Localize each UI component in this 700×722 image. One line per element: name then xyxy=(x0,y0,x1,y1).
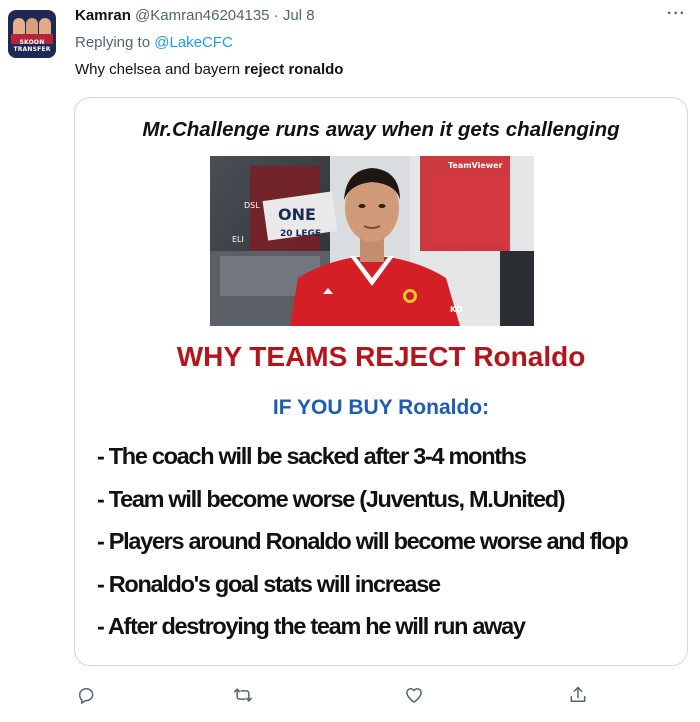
reply-mention-link[interactable]: @LakeCFC xyxy=(154,34,233,51)
meme-point: - Team will become worse (Juventus, M.Un… xyxy=(97,485,566,512)
tweet-header: Kamran @Kamran46204135 · Jul 8 xyxy=(75,7,315,24)
photo-svg: ONE 20 LEGE DSL ELI TeamViewer KO xyxy=(210,156,534,326)
photo-sponsor-text: TeamViewer xyxy=(448,161,503,170)
replying-to: Replying to @LakeCFC xyxy=(75,34,233,51)
tweet-date[interactable]: Jul 8 xyxy=(283,7,315,24)
meme-point: - Ronaldo's goal stats will increase xyxy=(97,570,441,597)
reply-button[interactable] xyxy=(73,682,99,708)
retweet-icon xyxy=(233,688,253,702)
photo-banner-one: ONE xyxy=(278,205,316,224)
tweet-media-image[interactable]: Mr.Challenge runs away when it gets chal… xyxy=(74,97,688,666)
avatar-label: SKOON TRANSFER xyxy=(13,39,51,53)
ronaldo-photo: ONE 20 LEGE DSL ELI TeamViewer KO xyxy=(210,156,534,326)
photo-banner-legends: 20 LEGE xyxy=(280,229,321,239)
tweet-text-bold: reject ronaldo xyxy=(244,61,344,78)
avatar[interactable]: SKOON TRANSFER xyxy=(8,10,56,58)
meme-subheading: IF YOU BUY Ronaldo: xyxy=(272,396,490,419)
tweet-text: Why chelsea and bayern reject ronaldo xyxy=(75,61,343,78)
meme-title: Mr.Challenge runs away when it gets chal… xyxy=(142,118,620,141)
photo-small-text-2: ELI xyxy=(232,235,244,244)
meme-point: - After destroying the team he will run … xyxy=(97,613,526,639)
tweet-text-plain: Why chelsea and bayern xyxy=(75,61,245,78)
share-button[interactable] xyxy=(565,682,591,708)
author-name[interactable]: Kamran xyxy=(75,7,131,24)
reply-icon xyxy=(79,688,94,704)
author-handle[interactable]: @Kamran46204135 xyxy=(135,7,270,24)
share-icon xyxy=(570,686,586,702)
retweet-button[interactable] xyxy=(230,682,256,708)
meme-points-list: - The coach will be sacked after 3-4 mon… xyxy=(97,435,687,648)
photo-small-text-1: DSL xyxy=(244,201,260,210)
more-options-icon[interactable]: ··· xyxy=(667,6,686,22)
meme-point: - The coach will be sacked after 3-4 mon… xyxy=(97,443,527,469)
like-button[interactable] xyxy=(401,682,427,708)
like-icon xyxy=(406,688,422,703)
tweet-actions xyxy=(0,682,700,708)
separator-dot: · xyxy=(273,7,279,24)
meme-point: - Players around Ronaldo will become wor… xyxy=(97,528,629,554)
photo-shirt-brand: KO xyxy=(450,305,463,314)
meme-heading: WHY TEAMS REJECT Ronaldo xyxy=(176,341,586,372)
replying-to-prefix: Replying to xyxy=(75,34,155,51)
